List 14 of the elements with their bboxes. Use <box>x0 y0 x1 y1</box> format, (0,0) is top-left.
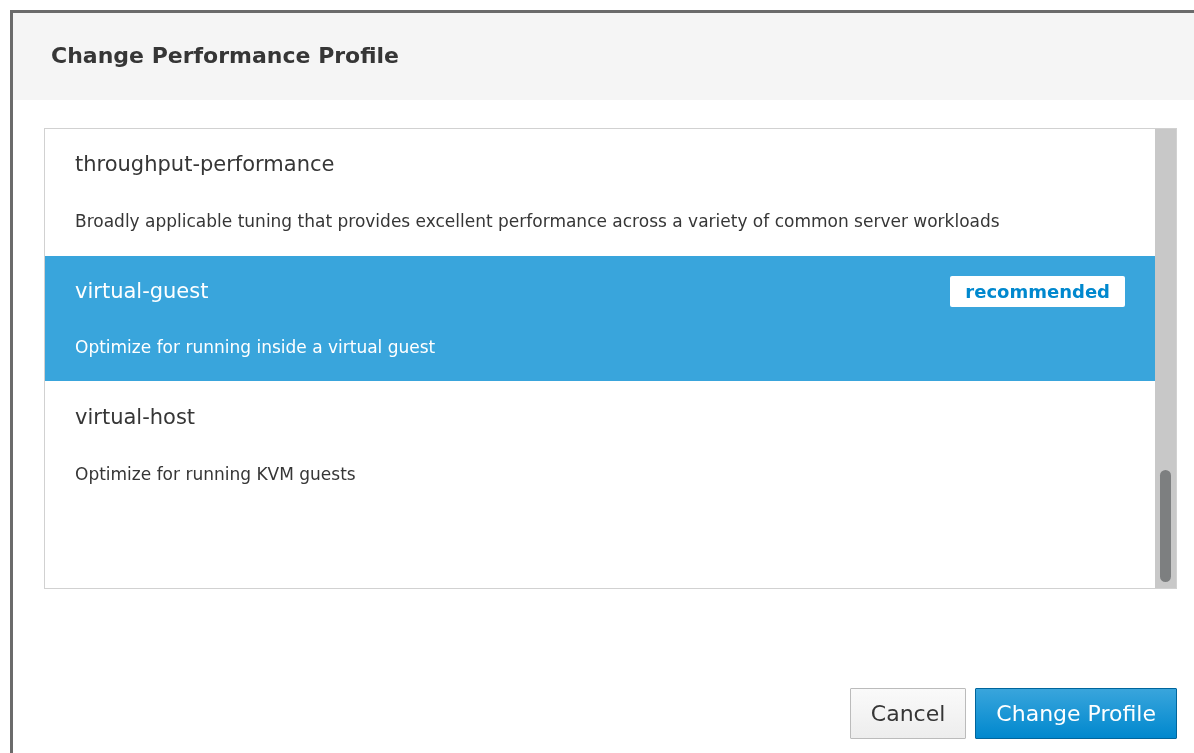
profile-item[interactable]: virtual-host Optimize for running KVM guests <box>45 382 1155 509</box>
scrollbar[interactable] <box>1155 129 1176 588</box>
dialog-title: Change Performance Profile <box>51 43 399 70</box>
profile-name: throughput-performance <box>75 151 335 178</box>
profile-description: Optimize for running inside a virtual guest <box>75 336 437 359</box>
cancel-button[interactable]: Cancel <box>849 688 967 739</box>
recommended-badge: recommended <box>950 275 1125 307</box>
profile-name: virtual-host <box>75 404 196 431</box>
profile-item[interactable]: throughput-performance Broadly applicable tuning that provides excellent performance across a variety of common server workloads <box>45 129 1155 256</box>
scrollbar-thumb[interactable] <box>1160 470 1171 582</box>
profile-name: virtual-guest <box>75 277 209 305</box>
profile-item[interactable]: virtual-guest recommended Optimize for running inside a virtual guest <box>45 255 1155 382</box>
profile-description: Optimize for running KVM guests <box>75 462 357 486</box>
profile-description: Broadly applicable tuning that provides excellent performance across a variety of common server workloads <box>75 209 1001 233</box>
